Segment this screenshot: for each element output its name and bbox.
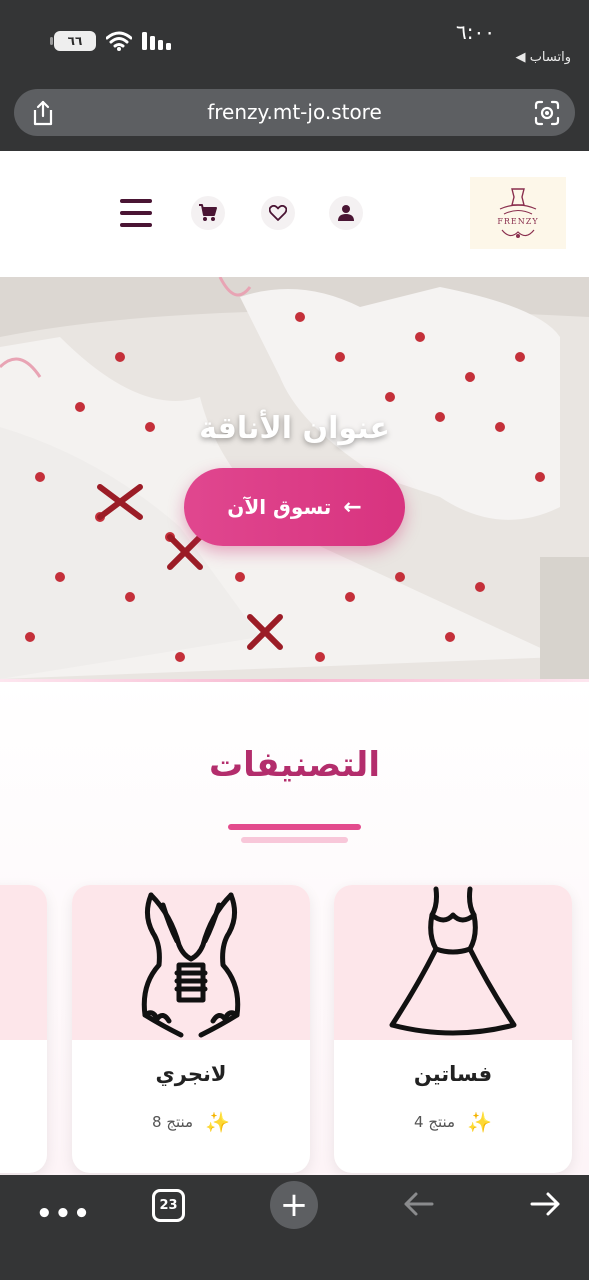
more-options-icon[interactable]: ••• (36, 1199, 92, 1229)
logo-flourish-icon (501, 229, 535, 238)
cart-icon (199, 204, 217, 221)
hero-title: عنوان الأناقة (199, 411, 390, 446)
back-to-app-link[interactable]: ◀ واتساب (516, 50, 571, 65)
category-count-row: 4 منتج ✨ (334, 1110, 572, 1134)
tabs-button[interactable]: 23 (152, 1189, 185, 1222)
hamburger-menu-icon[interactable] (120, 199, 152, 227)
cellular-signal-icon (142, 32, 172, 50)
category-card-image (72, 885, 310, 1040)
dress-icon (389, 886, 517, 1036)
address-bar[interactable]: frenzy.mt-jo.store (14, 89, 575, 136)
hero-banner: عنوان الأناقة تسوق الآن ← (0, 277, 589, 679)
back-arrow-icon[interactable] (402, 1187, 436, 1221)
product-count: 4 منتج (414, 1113, 456, 1131)
category-card-lingerie[interactable]: لانجري 8 منتج ✨ (72, 885, 310, 1173)
logo-text: FRENZY (497, 216, 539, 226)
wifi-icon (106, 31, 132, 51)
category-card-image (334, 885, 572, 1040)
product-count: 8 منتج (152, 1113, 194, 1131)
browser-bottom-toolbar: ••• 23 + (0, 1175, 589, 1280)
status-time: ٦:٠٠ (456, 20, 495, 44)
category-card-partial[interactable] (0, 885, 47, 1173)
arrow-left-icon: ← (343, 494, 362, 520)
shop-now-label: تسوق الآن (227, 495, 332, 519)
url-text[interactable]: frenzy.mt-jo.store (14, 100, 575, 124)
title-underline-secondary (241, 837, 348, 843)
category-card-image (0, 885, 47, 1040)
sparkle-icon: ✨ (205, 1110, 230, 1134)
logo-emblem-icon (499, 187, 537, 214)
cart-button[interactable] (191, 196, 225, 230)
heart-icon (269, 205, 287, 221)
account-button[interactable] (329, 196, 363, 230)
user-icon (338, 205, 354, 221)
new-tab-plus-icon[interactable]: + (270, 1181, 318, 1229)
browser-top-chrome: ٦:٠٠ ◀ واتساب ٦٦ frenzy.mt-jo.store (0, 0, 589, 151)
category-count-row: 8 منتج ✨ (72, 1110, 310, 1134)
shop-now-button[interactable]: تسوق الآن ← (184, 468, 405, 546)
page-scan-icon[interactable] (533, 99, 561, 127)
wishlist-button[interactable] (261, 196, 295, 230)
category-name: فساتين (413, 1062, 493, 1086)
forward-arrow-icon[interactable] (528, 1187, 562, 1221)
categories-section: التصنيفات لانجري 8 منتج ✨ فساتين 4 منتج … (0, 679, 589, 1175)
site-header: FRENZY (0, 151, 589, 277)
status-icons: ٦٦ (50, 31, 172, 51)
battery-icon: ٦٦ (50, 31, 96, 51)
store-logo[interactable]: FRENZY (470, 177, 566, 249)
title-underline (228, 824, 361, 830)
category-name: لانجري (155, 1062, 227, 1086)
category-card-dresses[interactable]: فساتين 4 منتج ✨ (334, 885, 572, 1173)
sparkle-icon: ✨ (467, 1110, 492, 1134)
categories-title: التصنيفات (209, 745, 380, 785)
lingerie-icon (141, 892, 241, 1038)
